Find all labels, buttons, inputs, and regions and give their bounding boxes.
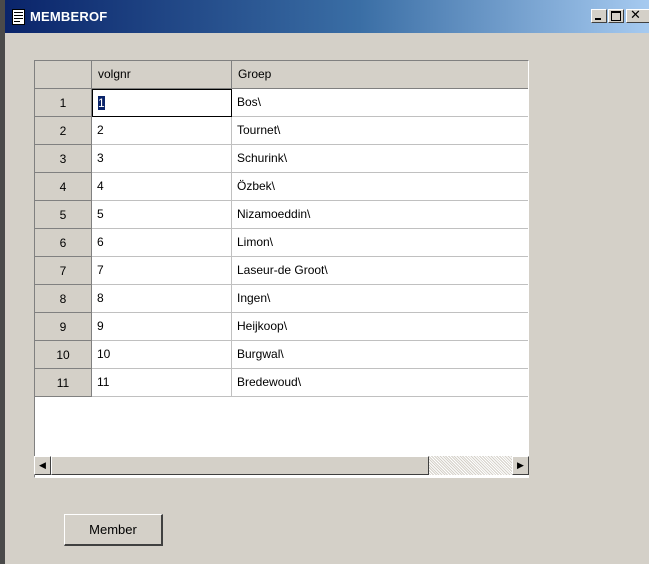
horizontal-scrollbar[interactable]: ◀ ▶ [34, 456, 529, 475]
cell-volgnr[interactable]: 5 [92, 201, 232, 229]
row-number[interactable]: 10 [35, 341, 92, 369]
cell-volgnr[interactable]: 3 [92, 145, 232, 173]
table-row[interactable]: 8 8 Ingen\ [35, 285, 528, 313]
cell-groep[interactable]: Burgwal\ [232, 341, 528, 369]
cell-groep[interactable]: Özbek\ [232, 173, 528, 201]
cell-volgnr[interactable]: 10 [92, 341, 232, 369]
grid-corner[interactable] [35, 61, 92, 88]
cell-volgnr[interactable]: 2 [92, 117, 232, 145]
cell-groep[interactable]: Ingen\ [232, 285, 528, 313]
minimize-icon[interactable] [591, 9, 607, 23]
row-number[interactable]: 7 [35, 257, 92, 285]
table-row[interactable]: 4 4 Özbek\ [35, 173, 528, 201]
scroll-thumb[interactable] [51, 456, 429, 475]
row-number[interactable]: 5 [35, 201, 92, 229]
cell-volgnr-value: 4 [97, 179, 104, 193]
table-row[interactable]: 10 10 Burgwal\ [35, 341, 528, 369]
data-grid[interactable]: volgnr Groep 1 1 Bos\ 2 2 Tournet\ 3 3 Schurink\… [34, 60, 529, 478]
table-row[interactable]: 3 3 Schurink\ [35, 145, 528, 173]
arrow-right-icon[interactable]: ▶ [512, 456, 529, 475]
cell-groep[interactable]: Heijkoop\ [232, 313, 528, 341]
title-bar[interactable]: MEMBEROF ✕ [5, 0, 649, 33]
table-row[interactable]: 1 1 Bos\ [35, 89, 528, 117]
cell-groep[interactable]: Limon\ [232, 229, 528, 257]
cell-groep[interactable]: Nizamoeddin\ [232, 201, 528, 229]
cell-volgnr[interactable]: 1 [92, 89, 232, 117]
cell-volgnr-value: 7 [97, 263, 104, 277]
row-number[interactable]: 4 [35, 173, 92, 201]
row-number[interactable]: 8 [35, 285, 92, 313]
cell-volgnr-value: 10 [97, 347, 111, 361]
arrow-left-icon[interactable]: ◀ [34, 456, 51, 475]
row-number[interactable]: 2 [35, 117, 92, 145]
maximize-icon[interactable] [608, 9, 624, 23]
row-number[interactable]: 9 [35, 313, 92, 341]
table-row[interactable]: 7 7 Laseur-de Groot\ [35, 257, 528, 285]
cell-volgnr[interactable]: 6 [92, 229, 232, 257]
cell-volgnr[interactable]: 4 [92, 173, 232, 201]
cell-groep[interactable]: Tournet\ [232, 117, 528, 145]
cell-volgnr-value: 6 [97, 235, 104, 249]
member-button[interactable]: Member [64, 514, 163, 546]
cell-volgnr[interactable]: 7 [92, 257, 232, 285]
cell-volgnr[interactable]: 8 [92, 285, 232, 313]
table-row[interactable]: 5 5 Nizamoeddin\ [35, 201, 528, 229]
cell-volgnr-value: 11 [97, 375, 110, 389]
window-left-edge [0, 0, 5, 564]
column-header-groep[interactable]: Groep [232, 61, 528, 88]
cell-volgnr[interactable]: 11 [92, 369, 232, 397]
row-number[interactable]: 6 [35, 229, 92, 257]
cell-groep[interactable]: Bos\ [232, 89, 528, 117]
table-row[interactable]: 11 11 Bredewoud\ [35, 369, 528, 397]
table-row[interactable]: 6 6 Limon\ [35, 229, 528, 257]
cell-groep[interactable]: Schurink\ [232, 145, 528, 173]
cell-volgnr-value: 9 [97, 319, 104, 333]
cell-volgnr-value: 1 [98, 96, 105, 110]
cell-volgnr[interactable]: 9 [92, 313, 232, 341]
column-header-volgnr[interactable]: volgnr [92, 61, 232, 88]
row-number[interactable]: 1 [35, 89, 92, 117]
table-row[interactable]: 2 2 Tournet\ [35, 117, 528, 145]
cell-volgnr-value: 3 [97, 151, 104, 165]
table-row[interactable]: 9 9 Heijkoop\ [35, 313, 528, 341]
cell-volgnr-value: 8 [97, 291, 104, 305]
window-title: MEMBEROF [30, 9, 108, 24]
cell-groep[interactable]: Laseur-de Groot\ [232, 257, 528, 285]
grid-header-row: volgnr Groep [35, 61, 528, 89]
row-number[interactable]: 3 [35, 145, 92, 173]
cell-groep[interactable]: Bredewoud\ [232, 369, 528, 397]
document-icon [12, 9, 25, 25]
close-icon[interactable]: ✕ [626, 8, 649, 23]
row-number[interactable]: 11 [35, 369, 92, 397]
cell-volgnr-value: 5 [97, 207, 104, 221]
cell-volgnr-value: 2 [97, 123, 104, 137]
